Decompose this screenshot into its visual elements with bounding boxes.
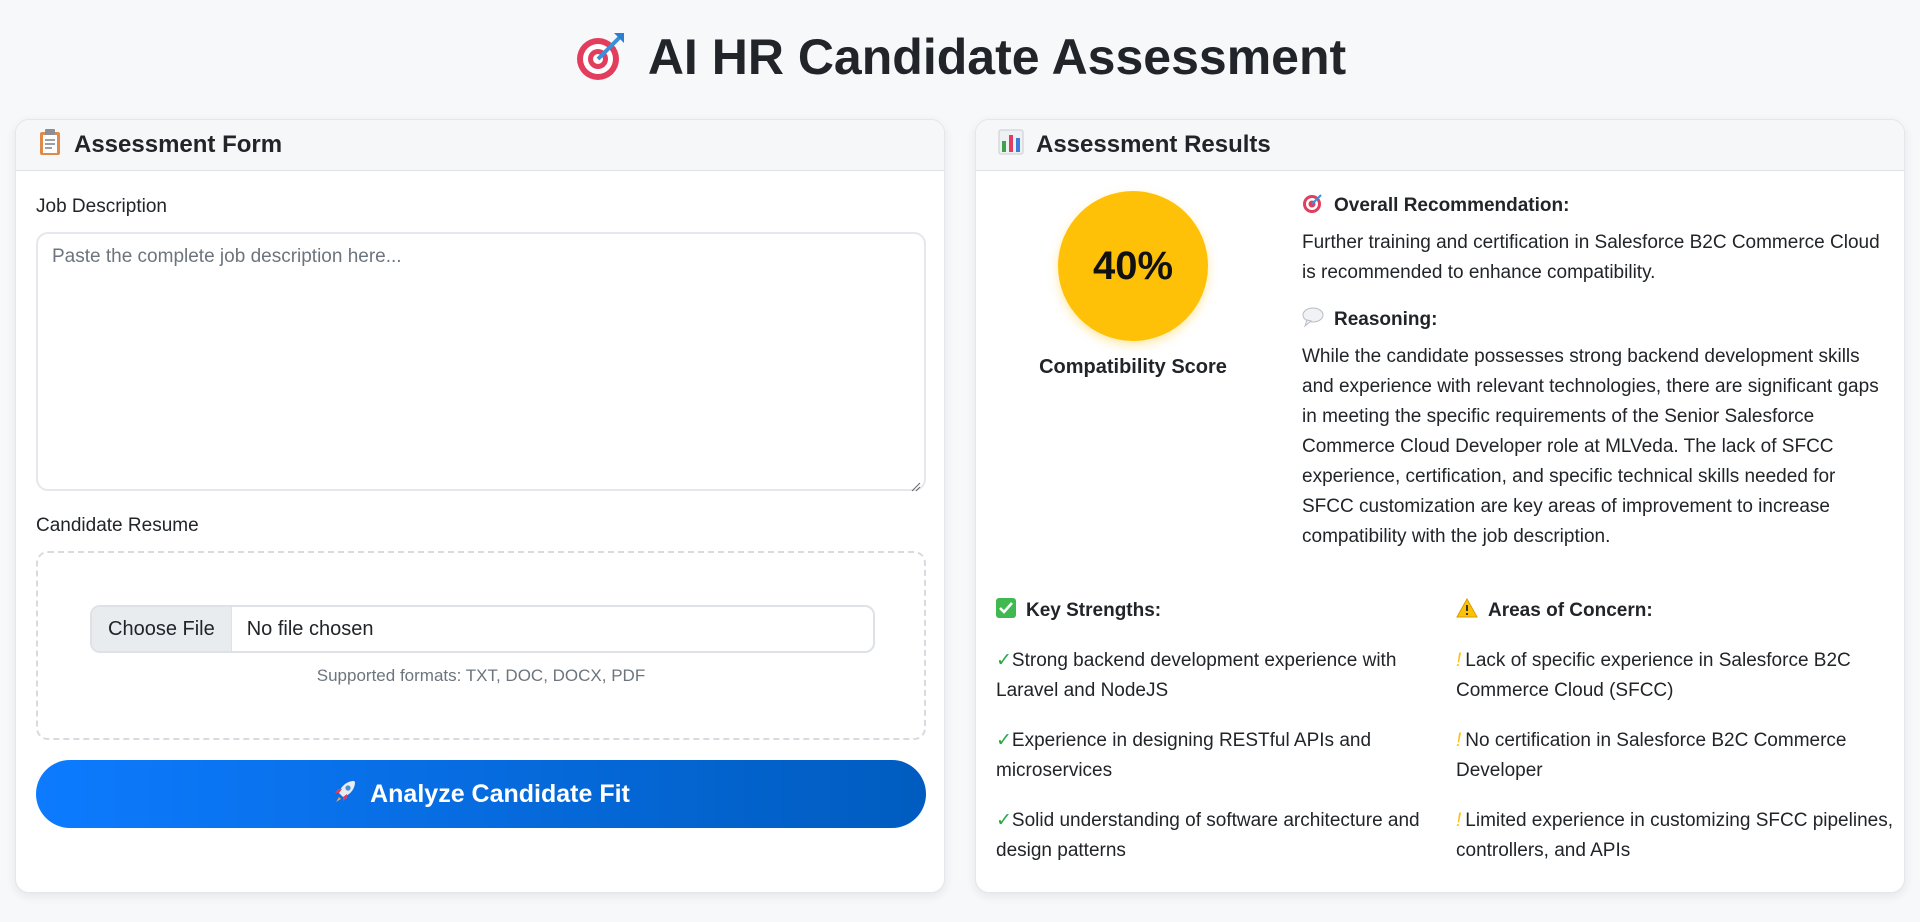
candidate-resume-label: Candidate Resume [36,515,199,536]
areas-of-concern-section: Areas of Concern: ! Lack of specific expe… [1456,597,1896,886]
assessment-results-card: Assessment Results 40% Compatibility Sco… [975,119,1905,893]
concern-item: ! Limited experience in customizing SFCC … [1456,810,1893,861]
assessment-form-card: Assessment Form Job Description Paste th… [15,119,945,893]
key-strengths-heading: Key Strengths: [1026,600,1162,621]
overall-recommendation-heading: Overall Recommendation: [1334,195,1570,216]
check-icon: ✓ [996,810,1012,831]
page-title: AI HR Candidate Assessment [647,29,1347,85]
choose-file-button[interactable]: Choose File [92,607,232,651]
bar-chart-icon [998,129,1024,162]
concern-item: ! No certification in Salesforce B2C Comm… [1456,730,1847,781]
areas-of-concern-heading: Areas of Concern: [1488,600,1653,621]
strength-item: ✓Solid understanding of software archite… [996,810,1420,861]
analyze-button-label: Analyze Candidate Fit [370,779,630,808]
exclamation-icon: ! [1456,810,1462,831]
reasoning-text: While the candidate possesses strong bac… [1302,346,1879,547]
job-description-label: Job Description [36,196,167,217]
speech-bubble-icon [1302,306,1324,334]
resize-handle-icon[interactable] [911,476,921,492]
resume-file-input[interactable]: Choose File No file chosen [90,605,875,653]
key-strengths-section: Key Strengths: ✓Strong backend developme… [996,598,1436,886]
job-description-placeholder: Paste the complete job description here.… [52,246,402,267]
compatibility-score-label: Compatibility Score [1039,356,1227,378]
assessment-results-header: Assessment Results [976,120,1904,171]
page-title-row: AI HR Candidate Assessment [0,28,1920,86]
assessment-results-title: Assessment Results [1036,131,1271,158]
reasoning-section: Reasoning: While the candidate possesses… [1302,306,1892,552]
concern-item: ! Lack of specific experience in Salesfor… [1456,650,1851,701]
target-icon [574,31,626,83]
check-icon: ✓ [996,650,1012,671]
analyze-candidate-button[interactable]: Analyze Candidate Fit [36,760,926,828]
file-status-text: No file chosen [246,617,374,640]
exclamation-icon: ! [1456,650,1462,671]
strength-item: ✓Experience in designing RESTful APIs an… [996,730,1372,781]
resume-dropzone[interactable]: Choose File No file chosen Supported for… [36,551,926,740]
reasoning-heading: Reasoning: [1334,309,1438,330]
check-icon: ✓ [996,730,1012,751]
supported-formats-text: Supported formats: TXT, DOC, DOCX, PDF [316,666,646,685]
compatibility-score-circle: 40% [1058,191,1208,341]
warning-icon [1456,597,1478,624]
overall-recommendation-text: Further training and certification in Sa… [1302,232,1880,283]
strength-item: ✓Strong backend development experience w… [996,650,1397,701]
check-box-icon [996,598,1016,624]
target-icon [1302,192,1324,220]
job-description-textarea[interactable]: Paste the complete job description here.… [36,232,926,492]
overall-recommendation-section: Overall Recommendation: Further training… [1302,192,1892,288]
clipboard-icon [38,128,62,163]
exclamation-icon: ! [1456,730,1462,751]
rocket-icon [332,778,358,811]
assessment-form-title: Assessment Form [74,131,283,158]
assessment-form-header: Assessment Form [16,120,944,171]
